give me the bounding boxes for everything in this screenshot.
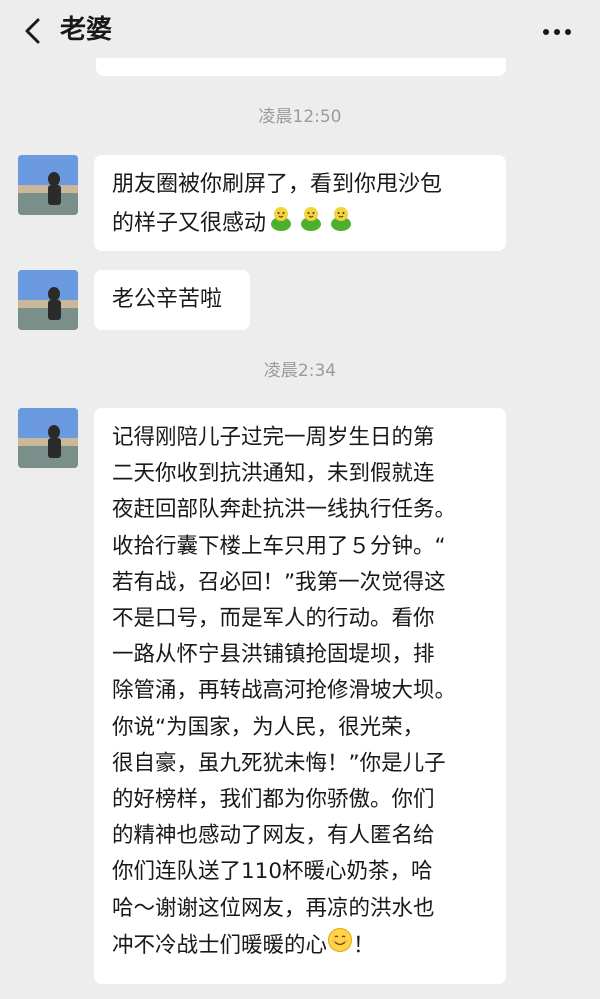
message-text-line: 二天你收到抗洪通知，未到假就连 xyxy=(112,461,435,487)
message-bubble[interactable]: 朋友圈被你刷屏了，看到你甩沙包 的样子又很感动 xyxy=(94,155,506,251)
chick-emoji xyxy=(266,203,296,245)
message-text-line: 的精神也感动了网友，有人匿名给 xyxy=(112,823,435,849)
timestamp: 凌晨12:50 xyxy=(258,107,342,127)
smiling-face-emoji xyxy=(327,927,353,965)
previous-message-bubble[interactable] xyxy=(96,58,506,76)
avatar[interactable] xyxy=(18,408,78,468)
chick-emoji xyxy=(296,203,326,245)
message-bubble[interactable]: 记得刚陪儿子过完一周岁生日的第 二天你收到抗洪通知，未到假就连 夜赶回部队奔赴抗… xyxy=(94,408,506,984)
chevron-left-icon[interactable] xyxy=(18,16,48,46)
avatar[interactable] xyxy=(18,155,78,215)
message-text-line: 除管涌，再转战高河抢修滑坡大坝。 xyxy=(112,678,457,704)
more-dots-icon[interactable] xyxy=(542,28,572,36)
message-text-line: 朋友圈被你刷屏了，看到你甩沙包 xyxy=(112,172,443,197)
timestamp: 凌晨2:34 xyxy=(263,361,337,381)
chat-header: 老婆 xyxy=(0,0,600,62)
message-text-line: 不是口号，而是军人的行动。看你 xyxy=(112,606,435,632)
message-text-line: 若有战，召必回！”我第一次觉得这 xyxy=(112,569,446,595)
message-text-line: 的好榜样，我们都为你骄傲。你们 xyxy=(112,787,435,813)
message-bubble[interactable]: 老公辛苦啦 xyxy=(94,270,250,330)
chick-emoji xyxy=(326,203,356,245)
message-text-line: 很自豪，虽九死犹未悔！”你是儿子 xyxy=(112,750,446,776)
message-text-line: 冲不冷战士们暖暖的心！ xyxy=(112,927,492,965)
avatar[interactable] xyxy=(18,270,78,330)
message-text-line: 记得刚陪儿子过完一周岁生日的第 xyxy=(112,425,435,450)
message-text-line: 你说“为国家，为人民，很光荣， xyxy=(112,714,425,740)
message-text-line: 一路从怀宁县洪铺镇抢固堤坝，排 xyxy=(112,642,435,668)
message-text-line: 的样子又很感动 xyxy=(112,203,488,245)
message-text-line: 老公辛苦啦 xyxy=(112,287,223,312)
chat-title: 老婆 xyxy=(60,15,113,45)
message-text-line: 你们连队送了110杯暖心奶茶，哈 xyxy=(112,859,433,885)
message-text-line: 夜赶回部队奔赴抗洪一线执行任务。 xyxy=(112,497,457,523)
message-text-line: 哈～谢谢这位网友，再凉的洪水也 xyxy=(112,895,435,921)
message-text-line: 收拾行囊下楼上车只用了５分钟。“ xyxy=(112,533,446,559)
